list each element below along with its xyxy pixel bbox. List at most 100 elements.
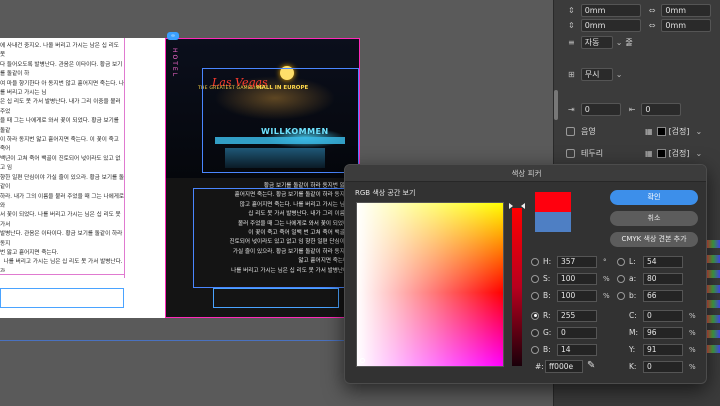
add-cmyk-swatch-button[interactable]: CMYK 색상 견본 추가 bbox=[610, 232, 698, 247]
color-picker-dialog: 색상 피커 RGB 색상 공간 보기 확인 취소 CMYK 색상 견본 추가 H… bbox=[344, 164, 707, 384]
indent-right-icon: ⇤ bbox=[628, 104, 636, 114]
swatch-chip[interactable] bbox=[706, 330, 720, 338]
none-chevron-icon[interactable]: ⌄ bbox=[616, 70, 623, 79]
lab-l-field[interactable]: 54 bbox=[643, 255, 683, 268]
left-empty-frame[interactable] bbox=[0, 288, 124, 308]
lab-a-label: a: bbox=[629, 274, 637, 283]
cmyk-c-field[interactable]: 0 bbox=[643, 309, 683, 322]
rgb-r-field[interactable]: 255 bbox=[557, 309, 597, 322]
new-color-swatch bbox=[535, 192, 571, 212]
none-select[interactable]: 무시 bbox=[580, 67, 613, 81]
swatch-chip[interactable] bbox=[706, 345, 720, 353]
lab-a-row: a: 80 bbox=[617, 272, 683, 285]
right-empty-frame[interactable] bbox=[213, 288, 339, 308]
hex-label: #: bbox=[535, 362, 544, 371]
lines-icon: ≡ bbox=[568, 37, 575, 47]
lab-b-field[interactable]: 66 bbox=[643, 289, 683, 302]
hsb-s-radio[interactable] bbox=[531, 274, 539, 283]
ok-button[interactable]: 확인 bbox=[610, 190, 698, 205]
hsb-b-label: B: bbox=[543, 291, 551, 300]
hex-field[interactable]: ff000e bbox=[545, 360, 583, 373]
panel-row-auto: ≡ 자동 ⌄ 줄 bbox=[554, 33, 720, 51]
rgb-b-field[interactable]: 14 bbox=[557, 343, 597, 356]
offset-mid-field-1[interactable]: 0mm bbox=[580, 18, 641, 32]
cmyk-c-unit: % bbox=[689, 311, 696, 320]
cmyk-c-label: C: bbox=[629, 311, 637, 320]
panel-scrollbar[interactable] bbox=[554, 90, 558, 120]
lab-l-radio[interactable] bbox=[617, 257, 625, 266]
hsb-b-field[interactable]: 100 bbox=[557, 289, 597, 302]
offset-a-field[interactable]: 0 bbox=[580, 102, 621, 116]
rgb-b-radio[interactable] bbox=[531, 345, 539, 354]
offset-top-field-1[interactable]: 0mm bbox=[580, 3, 641, 17]
hsb-s-field[interactable]: 100 bbox=[557, 272, 597, 285]
cmyk-m-field[interactable]: 96 bbox=[643, 326, 683, 339]
lab-a-field[interactable]: 80 bbox=[643, 272, 683, 285]
rgb-r-radio[interactable] bbox=[531, 311, 539, 320]
lab-b-row: b: 66 bbox=[617, 289, 683, 302]
offset-b-field[interactable]: 0 bbox=[641, 102, 682, 116]
shade-label: 음영 bbox=[581, 126, 596, 136]
swatch-strip bbox=[706, 240, 720, 390]
right-text-frame[interactable]: 황금 보기를 돌같이 하라 동지번 앓고 흩어지면 죽는다. 황금 보기를 돌같… bbox=[205, 182, 350, 277]
hsb-s-unit: % bbox=[603, 274, 610, 283]
cmyk-y-field[interactable]: 91 bbox=[643, 343, 683, 356]
swatch-chip[interactable] bbox=[706, 285, 720, 293]
shade-color[interactable]: [검정] bbox=[669, 126, 690, 137]
left-text-frame[interactable]: 에 사내건 중지오. 나올 버리고 가시는 남은 십 리도 못 다 들어오도록 … bbox=[0, 42, 125, 272]
hsb-b-radio[interactable] bbox=[531, 291, 539, 300]
hsb-h-unit: ° bbox=[603, 257, 607, 266]
swatch-chip[interactable] bbox=[706, 255, 720, 263]
lab-b-radio[interactable] bbox=[617, 291, 625, 300]
offset-top-field-2[interactable]: 0mm bbox=[661, 3, 712, 17]
left-page[interactable]: 에 사내건 중지오. 나올 버리고 가시는 남은 십 리도 못 다 들어오도록 … bbox=[0, 38, 165, 318]
cmyk-k-unit: % bbox=[689, 362, 696, 371]
rgb-b-row: B: 14 bbox=[531, 343, 597, 356]
swatch-chip[interactable] bbox=[706, 270, 720, 278]
swatch-chip[interactable] bbox=[706, 315, 720, 323]
border-chevron-icon[interactable]: ⌄ bbox=[696, 149, 703, 158]
hsb-h-field[interactable]: 357 bbox=[557, 255, 597, 268]
hue-slider-handle[interactable] bbox=[509, 203, 525, 209]
auto-select[interactable]: 자동 bbox=[580, 35, 613, 49]
panel-row-border: 테두리 ▦ [검정] ⌄ bbox=[554, 144, 720, 162]
panel-row-shade: 음영 ▦ [검정] ⌄ bbox=[554, 122, 720, 140]
shade-fill-icon: ▦ bbox=[645, 126, 653, 136]
image-selection-frame[interactable] bbox=[202, 68, 359, 173]
color-field-cursor[interactable] bbox=[360, 358, 365, 363]
shade-checkbox[interactable] bbox=[566, 126, 575, 136]
cancel-button[interactable]: 취소 bbox=[610, 211, 698, 226]
link-badge-icon[interactable]: ∞ bbox=[167, 32, 179, 40]
lab-a-radio[interactable] bbox=[617, 274, 625, 283]
offset-mid-field-2[interactable]: 0mm bbox=[661, 18, 712, 32]
rgb-g-radio[interactable] bbox=[531, 328, 539, 337]
eyedropper-icon[interactable]: ✎ bbox=[587, 360, 595, 371]
border-swatch[interactable] bbox=[656, 148, 666, 158]
auto-chevron-icon[interactable]: ⌄ bbox=[616, 38, 623, 47]
auto-suffix: 줄 bbox=[625, 37, 633, 47]
rgb-b-label: B: bbox=[543, 345, 551, 354]
offset-right-icon: ⇔ bbox=[648, 5, 656, 15]
original-color-swatch[interactable] bbox=[535, 212, 571, 232]
rgb-r-row: R: 255 bbox=[531, 309, 597, 322]
hue-slider[interactable] bbox=[512, 208, 522, 366]
border-color[interactable]: [검정] bbox=[669, 148, 690, 159]
right-page[interactable]: HOTEL Las Vegas THE GREATEST GAMBLING HA… bbox=[165, 38, 360, 318]
cmyk-k-field[interactable]: 0 bbox=[643, 360, 683, 373]
shade-chevron-icon[interactable]: ⌄ bbox=[696, 127, 703, 136]
color-field[interactable] bbox=[356, 202, 504, 367]
rgb-g-field[interactable]: 0 bbox=[557, 326, 597, 339]
shade-swatch[interactable] bbox=[656, 126, 666, 136]
border-checkbox[interactable] bbox=[566, 148, 575, 158]
cmyk-y-unit: % bbox=[689, 345, 696, 354]
swatch-chip[interactable] bbox=[706, 300, 720, 308]
hsb-b-unit: % bbox=[603, 291, 610, 300]
offset-top-icon: ⇕ bbox=[568, 5, 575, 15]
cmyk-c-row: C: 0 % bbox=[629, 309, 696, 322]
swatch-chip[interactable] bbox=[706, 240, 720, 248]
panel-row-none: ⊞ 무시 ⌄ bbox=[554, 65, 720, 83]
hsb-h-row: H: 357 ° bbox=[531, 255, 607, 268]
dialog-title[interactable]: 색상 피커 bbox=[345, 165, 706, 182]
hsb-h-radio[interactable] bbox=[531, 257, 539, 266]
hsb-s-label: S: bbox=[543, 274, 551, 283]
